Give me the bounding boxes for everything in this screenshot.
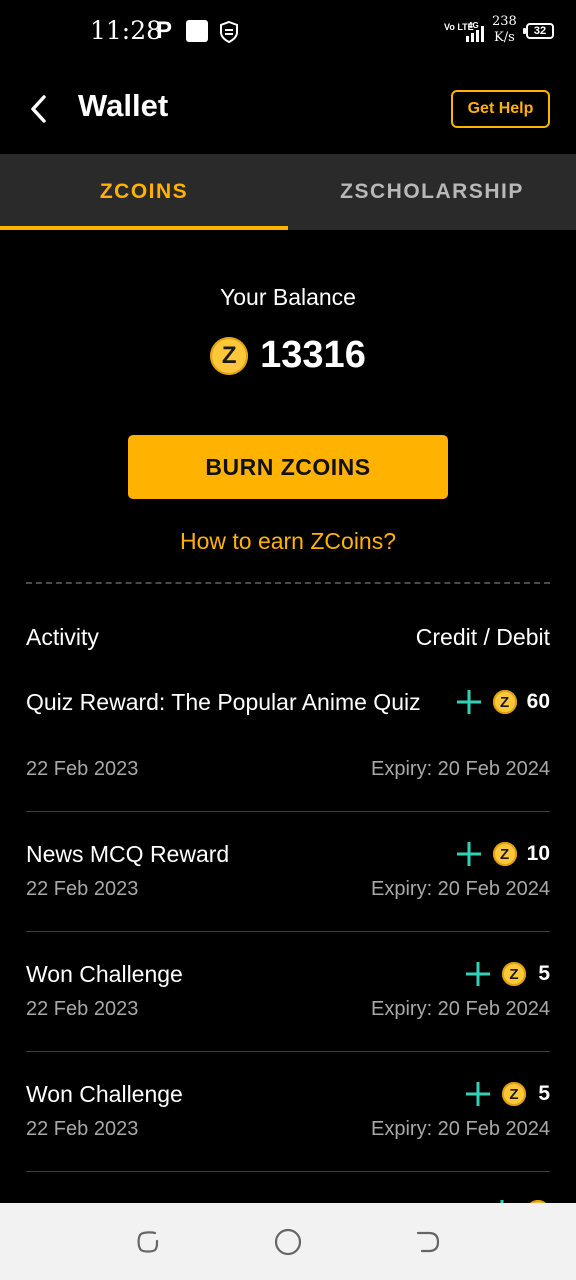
back-arrow-icon: [31, 95, 46, 123]
activity-title: Quiz Reward: The Popular Anime Quiz: [26, 689, 421, 715]
zcoin-icon: Z: [210, 336, 249, 375]
network-gen-label: 4G: [468, 21, 479, 30]
burn-zcoins-button[interactable]: BURN ZCOINS: [128, 435, 448, 499]
activity-date: 22 Feb 2023: [26, 1118, 139, 1140]
activity-amount: Z 10: [455, 838, 550, 870]
activity-expiry: Expiry: 20 Feb 2024: [371, 998, 550, 1020]
activity-amount: [488, 1196, 550, 1203]
wallet-tabs: ZCOINS ZSCHOLARSHIP: [0, 154, 576, 230]
activity-item[interactable]: Quiz Reward: The Popular Anime Quiz Z 60…: [26, 686, 550, 812]
amount-value: 10: [526, 842, 550, 865]
activity-item[interactable]: Won Challenge Z 5 22 Feb 2023 Expiry: 20…: [26, 958, 550, 1052]
activity-title: Won Challenge: [26, 961, 183, 987]
activity-expiry: Expiry: 20 Feb 2024: [371, 1118, 550, 1140]
activity-date: 22 Feb 2023: [26, 758, 139, 780]
get-help-button[interactable]: Get Help: [451, 90, 550, 128]
activity-expiry: Expiry: 20 Feb 2024: [371, 878, 550, 900]
balance-display: Z 13316: [0, 334, 576, 377]
amount-value: 5: [538, 962, 550, 985]
plus-icon: [456, 842, 481, 866]
balance-label: Your Balance: [220, 284, 356, 310]
home-icon[interactable]: [273, 1227, 303, 1257]
plus-icon: [466, 962, 490, 986]
status-bar: 11:28 P Vo LTE 4G 238 K/s 32: [0, 0, 576, 64]
network-speed: 238 K/s: [492, 14, 517, 46]
tab-zscholarship[interactable]: ZSCHOLARSHIP: [288, 154, 576, 230]
zcoin-icon: Z: [492, 690, 517, 714]
activity-date: 22 Feb 2023: [26, 878, 139, 900]
zcoin-icon: Z: [502, 962, 526, 986]
credit-debit-label: Credit / Debit: [415, 624, 550, 650]
activity-header: Activity Credit / Debit: [26, 624, 550, 651]
signal-icon: 4G: [466, 21, 484, 42]
activity-date: 22 Feb 2023: [26, 998, 139, 1020]
activity-amount: Z 5: [464, 958, 550, 990]
activity-expiry: Expiry: 20 Feb 2024: [371, 758, 550, 780]
battery-icon: 32: [523, 23, 554, 39]
system-navigation-bar: [0, 1203, 576, 1280]
activity-item[interactable]: Won Challenge Z 5 22 Feb 2023 Expiry: 20…: [26, 1078, 550, 1172]
speed-value: 238: [492, 14, 517, 29]
item-divider: [26, 931, 550, 932]
shield-notification-icon: [220, 20, 238, 44]
item-divider: [26, 1171, 550, 1172]
recent-apps-icon[interactable]: [133, 1227, 163, 1257]
zcoin-icon: Z: [492, 842, 517, 866]
status-time: 11:28: [90, 16, 163, 45]
tab-zcoins[interactable]: ZCOINS: [0, 154, 288, 230]
plus-icon: [466, 1082, 490, 1106]
zcoin-icon: Z: [502, 1082, 526, 1106]
page-title: Wallet: [78, 88, 169, 123]
amount-value: 5: [538, 1082, 550, 1105]
activity-item-partial[interactable]: [26, 1196, 550, 1203]
activity-title: Won Challenge: [26, 1081, 183, 1107]
parking-notification-icon: P: [156, 17, 173, 44]
balance-value: 13316: [260, 334, 366, 376]
activity-label: Activity: [26, 624, 99, 650]
item-divider: [26, 1051, 550, 1052]
back-button[interactable]: [24, 90, 54, 128]
amount-value: 60: [526, 690, 550, 713]
back-icon[interactable]: [413, 1227, 443, 1257]
plus-icon: [456, 690, 481, 714]
speed-unit: K/s: [494, 30, 515, 45]
dashed-divider: [26, 582, 550, 584]
activity-amount: Z 60: [455, 686, 550, 718]
how-to-earn-link[interactable]: How to earn ZCoins?: [0, 528, 576, 555]
app-notification-icon: [186, 20, 208, 42]
app-header: Wallet Get Help: [0, 64, 576, 154]
activity-title: News MCQ Reward: [26, 841, 230, 867]
activity-item[interactable]: News MCQ Reward Z 10 22 Feb 2023 Expiry:…: [26, 838, 550, 932]
activity-amount: Z 5: [464, 1078, 550, 1110]
item-divider: [26, 811, 550, 812]
